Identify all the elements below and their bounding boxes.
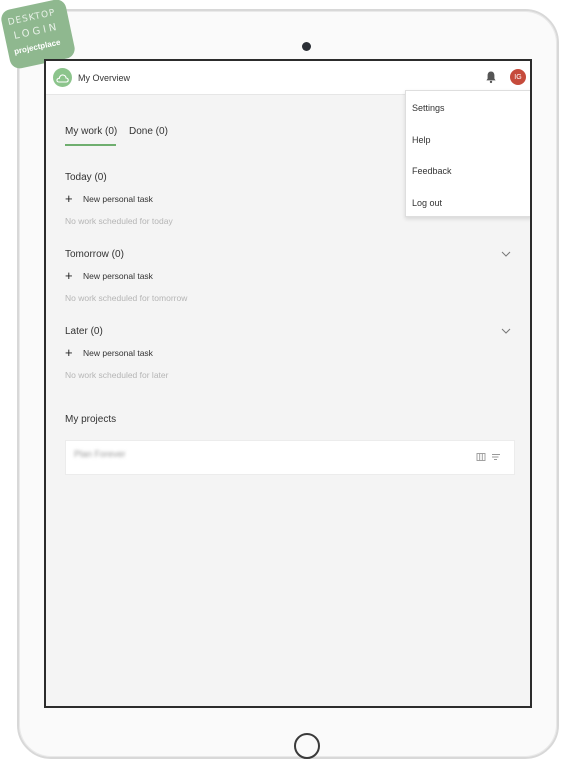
board-icon[interactable] [476, 452, 486, 462]
bell-icon[interactable] [484, 70, 498, 84]
new-task-label: New personal task [83, 271, 153, 281]
menu-item-settings[interactable]: Settings [412, 103, 445, 113]
new-task-label: New personal task [83, 348, 153, 358]
app-screen: My Overview IG My work (0) Done (0) Toda… [44, 59, 532, 708]
plus-icon: + [65, 268, 73, 283]
section-title-later: Later (0) [65, 326, 103, 337]
menu-item-feedback[interactable]: Feedback [412, 166, 452, 176]
section-title-today: Today (0) [65, 172, 107, 183]
project-card[interactable]: Plan Forever [65, 440, 515, 475]
new-task-label: New personal task [83, 194, 153, 204]
menu-item-log-out[interactable]: Log out [412, 198, 442, 208]
empty-text-today: No work scheduled for today [65, 216, 173, 226]
camera-icon [302, 42, 311, 51]
projects-title: My projects [65, 414, 117, 425]
tab-my-work[interactable]: My work (0) [65, 126, 117, 137]
project-name: Plan Forever [74, 449, 126, 459]
new-task-button-today[interactable]: + New personal task [65, 191, 225, 206]
new-task-button-tomorrow[interactable]: + New personal task [65, 268, 225, 283]
menu-item-help[interactable]: Help [412, 135, 431, 145]
empty-text-later: No work scheduled for later [65, 370, 169, 380]
plus-icon: + [65, 345, 73, 360]
avatar[interactable]: IG [510, 69, 526, 85]
new-task-button-later[interactable]: + New personal task [65, 345, 225, 360]
chevron-down-icon[interactable] [501, 250, 511, 258]
list-icon[interactable] [491, 452, 501, 462]
active-tab-indicator [65, 144, 116, 146]
tab-done[interactable]: Done (0) [129, 126, 168, 137]
plus-icon: + [65, 191, 73, 206]
home-button[interactable] [294, 733, 320, 759]
cloud-logo-icon[interactable] [53, 68, 72, 87]
user-menu: Settings Help Feedback Log out [405, 90, 530, 217]
chevron-down-icon[interactable] [501, 327, 511, 335]
page-title: My Overview [78, 73, 131, 83]
empty-text-tomorrow: No work scheduled for tomorrow [65, 293, 188, 303]
section-title-tomorrow: Tomorrow (0) [65, 249, 124, 260]
